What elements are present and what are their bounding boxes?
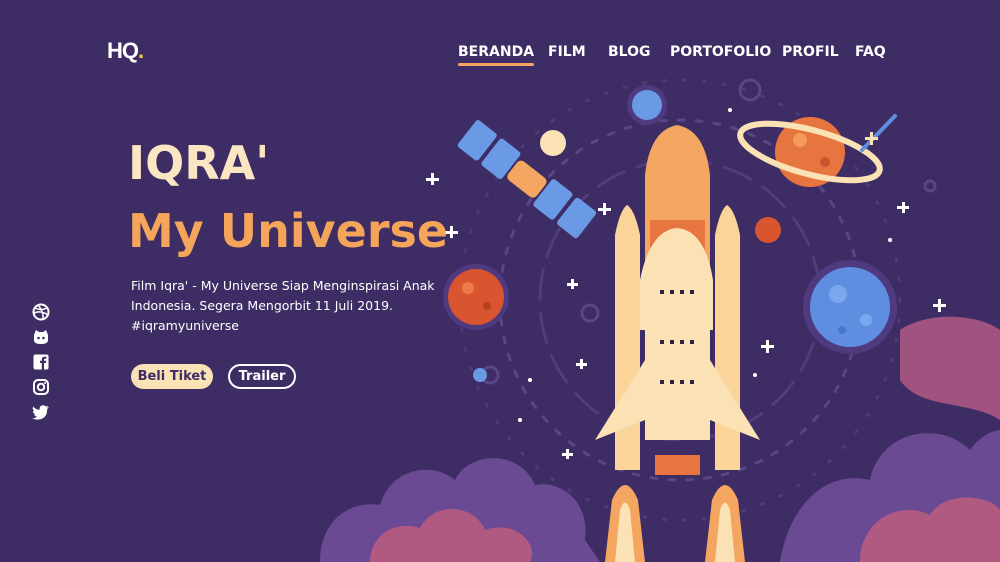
planet-ringed [737,117,883,187]
nav-item-portofolio[interactable]: PORTOFOLIO [670,44,771,60]
trailer-button[interactable]: Trailer [228,364,296,389]
github-icon[interactable] [31,327,51,347]
hero-subtitle: My Universe [128,204,449,258]
satellite [457,120,597,239]
nav-item-beranda[interactable]: BERANDA [458,44,535,66]
instagram-icon[interactable] [31,377,51,397]
buy-ticket-button[interactable]: Beli Tiket [131,364,213,389]
nav-item-faq[interactable]: FAQ [855,44,886,60]
main-nav: BERANDA FILM BLOG PORTOFOLIO PROFIL FAQ [0,44,1000,68]
rocket-flames [605,485,745,562]
planet-small-blue [627,85,667,125]
nav-item-film[interactable]: FILM [548,44,586,60]
social-links [31,302,51,427]
planet-tiny [473,368,487,382]
nav-item-profil[interactable]: PROFIL [782,44,839,60]
facebook-icon[interactable] [31,352,51,372]
shooting-star [860,114,897,152]
hero-title: IQRA' [128,136,270,190]
planet-blue-large [803,260,897,354]
rocket-shuttle [595,125,760,475]
nav-item-blog[interactable]: BLOG [608,44,651,60]
planet-small-orange [755,217,781,243]
dribbble-icon[interactable] [31,302,51,322]
hero-description: Film Iqra' - My Universe Siap Menginspir… [131,278,435,333]
twitter-icon[interactable] [31,402,51,422]
